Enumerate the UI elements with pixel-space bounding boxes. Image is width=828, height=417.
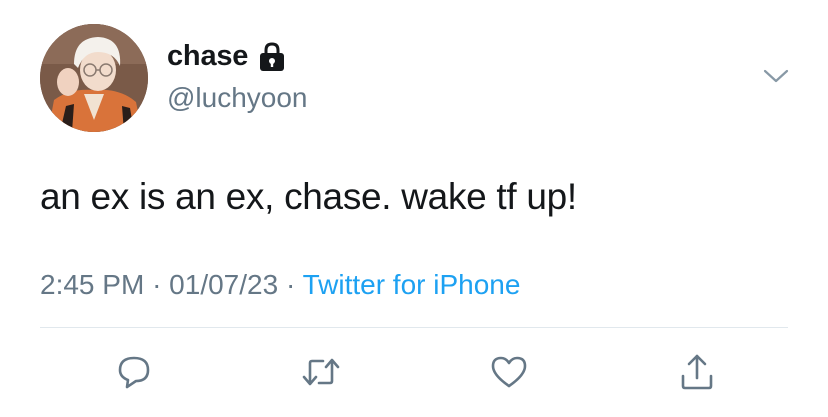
reply-button[interactable] bbox=[114, 352, 154, 392]
tweet-meta: 2:45 PM · 01/07/23 · Twitter for iPhone bbox=[40, 269, 520, 301]
meta-separator: · bbox=[285, 269, 303, 300]
lock-icon bbox=[258, 41, 286, 72]
author-handle[interactable]: @luchyoon bbox=[167, 82, 308, 114]
tweet-card: chase @luchyoon an ex is an ex, chase. w… bbox=[0, 0, 828, 417]
like-button[interactable] bbox=[489, 352, 529, 392]
meta-separator: · bbox=[152, 269, 170, 300]
avatar[interactable] bbox=[40, 24, 148, 132]
author-name-row[interactable]: chase bbox=[167, 40, 286, 73]
avatar-image bbox=[40, 24, 148, 132]
reply-icon bbox=[118, 356, 150, 389]
heart-icon bbox=[491, 356, 527, 388]
tweet-time[interactable]: 2:45 PM bbox=[40, 269, 144, 300]
tweet-date[interactable]: 01/07/23 bbox=[169, 269, 278, 300]
share-button[interactable] bbox=[677, 352, 717, 392]
retweet-icon bbox=[302, 358, 340, 386]
retweet-button[interactable] bbox=[301, 352, 341, 392]
tweet-source-link[interactable]: Twitter for iPhone bbox=[303, 269, 521, 300]
tweet-text: an ex is an ex, chase. wake tf up! bbox=[40, 176, 577, 217]
share-icon bbox=[681, 354, 713, 390]
chevron-down-icon[interactable] bbox=[762, 66, 790, 86]
display-name[interactable]: chase bbox=[167, 40, 248, 73]
divider bbox=[40, 327, 788, 328]
